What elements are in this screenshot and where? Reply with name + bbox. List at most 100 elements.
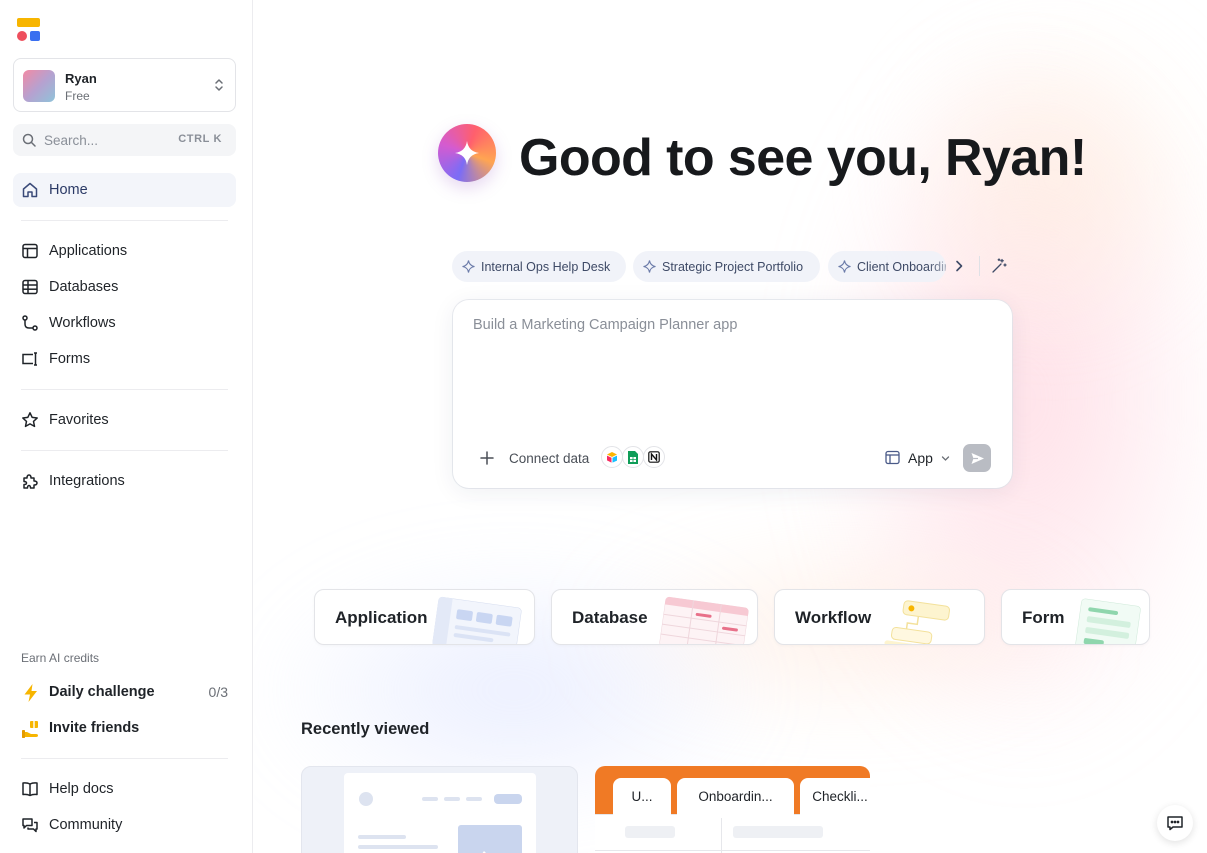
suggestion-chips: Internal Ops Help Desk Strategic Project… [452, 251, 1012, 283]
send-button[interactable] [963, 444, 991, 472]
search-box[interactable]: CTRL K [13, 124, 236, 156]
search-icon [22, 133, 36, 147]
sidebar-item-label: Community [49, 817, 123, 833]
card-label: Form [1022, 608, 1065, 627]
search-input[interactable] [44, 130, 164, 150]
card-label: Workflow [795, 608, 872, 627]
table-preview [595, 814, 870, 853]
suggestion-chip[interactable]: Client Onboarding [828, 251, 946, 282]
puzzle-icon [23, 474, 38, 489]
app-preview-thumbnail [344, 773, 536, 853]
plus-icon[interactable] [479, 450, 495, 466]
sidebar-item-home[interactable]: Home [13, 173, 236, 207]
create-workflow-card[interactable]: Workflow [774, 589, 985, 645]
suggestion-chip[interactable]: Strategic Project Portfolio [633, 251, 820, 282]
create-form-card[interactable]: Form [1001, 589, 1150, 645]
databases-icon [22, 279, 38, 295]
divider [21, 758, 228, 759]
magic-wand-icon[interactable] [991, 258, 1007, 274]
invite-friends-label: Invite friends [49, 720, 140, 736]
search-shortcut: CTRL K [178, 133, 222, 145]
divider [21, 450, 228, 451]
sidebar-item-forms[interactable]: Forms [13, 342, 236, 376]
data-sources [601, 446, 667, 470]
application-preview-icon [431, 596, 523, 644]
app-type-label: App [908, 450, 933, 466]
sidebar-item-databases[interactable]: Databases [13, 270, 236, 304]
app-type-select[interactable]: App [885, 448, 955, 468]
recently-viewed-title: Recently viewed [301, 720, 430, 738]
page-title: Good to see you, Ryan! [519, 129, 1087, 187]
chevron-down-icon [941, 456, 950, 461]
daily-challenge-count: 0/3 [208, 684, 228, 700]
sidebar-item-label: Home [49, 182, 88, 198]
workspace-plan: Free [65, 89, 90, 103]
chat-support-button[interactable] [1157, 805, 1193, 841]
tab-preview: U... [613, 778, 671, 818]
card-label: Application [335, 608, 428, 627]
sidebar-item-label: Help docs [49, 781, 114, 797]
suggestion-chip[interactable]: Internal Ops Help Desk [452, 251, 626, 282]
ai-sparkle-icon [438, 124, 496, 182]
sidebar-item-label: Integrations [49, 473, 125, 489]
notion-icon [643, 446, 665, 468]
sparkle-icon [643, 260, 656, 273]
sidebar-item-help-docs[interactable]: Help docs [13, 772, 236, 806]
chevron-up-down-icon [215, 79, 223, 91]
sidebar-item-community[interactable]: Community [13, 808, 236, 842]
divider [21, 389, 228, 390]
sidebar-item-integrations[interactable]: Integrations [13, 464, 236, 498]
sidebar-item-label: Databases [49, 279, 119, 295]
chat-icon [1167, 816, 1183, 831]
applications-icon [885, 450, 900, 465]
main-content: Good to see you, Ryan! Internal Ops Help… [254, 0, 1207, 853]
home-icon [22, 182, 38, 198]
airtable-icon [601, 446, 623, 468]
sidebar-item-favorites[interactable]: Favorites [13, 403, 236, 437]
daily-challenge-label: Daily challenge [49, 684, 155, 700]
workspace-switcher[interactable]: Ryan Free [13, 58, 236, 112]
book-icon [22, 782, 38, 797]
chevron-right-icon[interactable] [952, 259, 966, 273]
avatar [23, 70, 55, 102]
gift-hand-icon [22, 721, 38, 738]
sidebar-item-label: Favorites [49, 412, 109, 428]
card-label: Database [572, 608, 648, 627]
daily-challenge[interactable]: Daily challenge 0/3 [13, 677, 236, 707]
app-logo[interactable] [17, 18, 41, 42]
chat-bubbles-icon [22, 818, 38, 833]
sparkle-icon [838, 260, 851, 273]
workflows-icon [22, 315, 38, 331]
suggestion-label: Client Onboarding [857, 259, 946, 274]
recent-item[interactable]: U... Onboardin... Checkli... [595, 766, 870, 853]
workspace-name: Ryan [65, 71, 97, 86]
google-sheets-icon [622, 446, 644, 468]
earn-credits-title: Earn AI credits [21, 651, 100, 665]
divider [21, 220, 228, 221]
connect-data-button[interactable]: Connect data [509, 451, 589, 466]
star-icon [22, 412, 38, 428]
recent-item[interactable] [301, 766, 578, 853]
prompt-input[interactable] [473, 317, 993, 427]
divider [979, 256, 980, 276]
create-application-card[interactable]: Application [314, 589, 535, 645]
tab-preview: Checkli... [800, 778, 870, 818]
database-preview-icon [658, 596, 750, 644]
prompt-box: Connect data App [453, 300, 1012, 488]
create-database-card[interactable]: Database [551, 589, 758, 645]
applications-icon [22, 243, 38, 259]
sparkle-icon [462, 260, 475, 273]
sidebar-item-applications[interactable]: Applications [13, 234, 236, 268]
sidebar-item-label: Applications [49, 243, 128, 259]
forms-icon [22, 352, 37, 366]
workflow-preview-icon [884, 600, 951, 644]
tab-preview: Onboardin... [677, 778, 794, 818]
sidebar-item-workflows[interactable]: Workflows [13, 306, 236, 340]
suggestion-label: Strategic Project Portfolio [662, 259, 804, 274]
sidebar: Ryan Free CTRL K Home Applications Datab… [0, 0, 253, 853]
sidebar-item-label: Forms [49, 351, 91, 367]
form-preview-icon [1074, 598, 1142, 644]
invite-friends[interactable]: Invite friends [13, 713, 236, 743]
send-icon [971, 452, 984, 464]
sidebar-item-label: Workflows [49, 315, 116, 331]
